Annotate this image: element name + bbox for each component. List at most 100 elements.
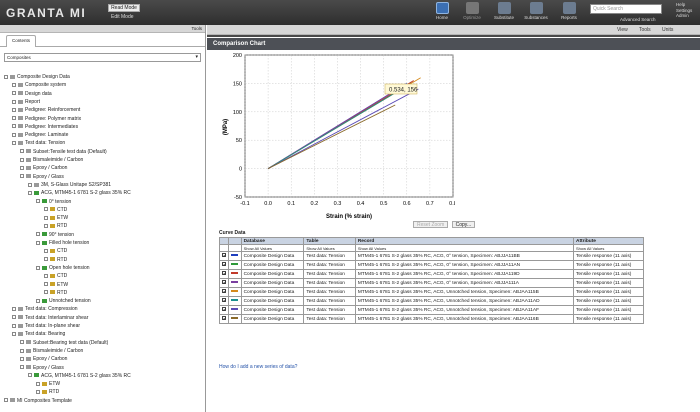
expand-toggle[interactable] — [28, 373, 32, 378]
tree-item[interactable]: Test data: In-plane shear — [12, 322, 80, 330]
expand-toggle[interactable] — [36, 265, 40, 270]
table-row[interactable]: ✔ Composite Design Data Test data: Tension… — [218, 314, 645, 324]
row-checkbox[interactable]: ✔ — [222, 307, 226, 312]
tree-item[interactable]: Filled hole tension — [36, 239, 89, 247]
read-mode-button[interactable]: Read Mode — [108, 4, 140, 12]
expand-toggle[interactable] — [12, 331, 16, 336]
quick-search-input[interactable]: Quick Search — [590, 4, 662, 14]
tree-item[interactable]: 90° tension — [36, 231, 74, 239]
table-row[interactable]: ✔ Composite Design Data Test data: Tension… — [218, 305, 645, 315]
tree-item[interactable]: Pedigree: Reinforcement — [12, 106, 80, 114]
tree-item[interactable]: ETW — [36, 380, 60, 388]
tree-item[interactable]: Test data: Interlaminar shear — [12, 314, 88, 322]
table-row[interactable]: ✔ Composite Design Data Test data: Tension… — [218, 260, 645, 270]
expand-toggle[interactable] — [4, 74, 8, 79]
record-cell[interactable]: MTM45-1 6781 S-2 glass 35% RC, ACG, Unno… — [354, 305, 574, 315]
admin-link[interactable]: Admin — [676, 13, 692, 19]
checkbox-cell[interactable]: ✔ — [218, 278, 230, 288]
tree-item[interactable]: Pedigree: Polymer matrix — [12, 115, 81, 123]
tree-item[interactable]: Composite system — [12, 81, 66, 89]
expand-toggle[interactable] — [28, 190, 32, 195]
tree-item[interactable]: Test data: Bearing — [12, 330, 65, 338]
expand-toggle[interactable] — [44, 215, 48, 220]
record-cell[interactable]: MTM45-1 6781 S-2 glass 35% RC, ACG, Unno… — [354, 296, 574, 306]
expand-toggle[interactable] — [44, 257, 48, 262]
checkbox-cell[interactable]: ✔ — [218, 269, 230, 279]
expand-toggle[interactable] — [20, 157, 24, 162]
tools-menu-link[interactable]: Tools — [639, 26, 651, 34]
database-filter[interactable]: Show All Values — [240, 244, 305, 252]
table-row[interactable]: ✔ Composite Design Data Test data: Tension… — [218, 269, 645, 279]
expand-toggle[interactable] — [20, 149, 24, 154]
tree-item[interactable]: Epoxy / Glass — [20, 364, 64, 372]
tree-item[interactable]: Subset:Bearing test data (Default) — [20, 339, 108, 347]
checkbox-cell[interactable]: ✔ — [218, 314, 230, 324]
expand-toggle[interactable] — [36, 232, 40, 237]
expand-toggle[interactable] — [12, 124, 16, 129]
expand-toggle[interactable] — [20, 165, 24, 170]
row-checkbox[interactable]: ✔ — [222, 271, 226, 276]
tree-item[interactable]: ACG, MTM45-1 6781 S-2 glass 35% RC — [28, 189, 131, 197]
column-table[interactable]: Table — [303, 237, 356, 245]
optimize-button[interactable]: Optimize — [458, 2, 486, 24]
tree-item[interactable]: 0° tension — [36, 198, 71, 206]
expand-toggle[interactable] — [12, 116, 16, 121]
tree-item[interactable]: RTD — [44, 256, 67, 264]
expand-toggle[interactable] — [12, 91, 16, 96]
units-link[interactable]: Units — [662, 26, 673, 34]
tree-item[interactable]: 3M, S-Glass Unitape S2/SP381 — [28, 181, 111, 189]
copy-button[interactable]: Copy... — [451, 221, 476, 228]
row-checkbox[interactable]: ✔ — [222, 253, 226, 258]
expand-toggle[interactable] — [36, 298, 40, 303]
reset-zoom-button[interactable]: Reset Zoom — [413, 221, 449, 228]
tree-item[interactable]: CTD — [44, 206, 67, 214]
reports-button[interactable]: Reports — [555, 2, 583, 24]
expand-toggle[interactable] — [20, 348, 24, 353]
tree-item[interactable]: CTD — [44, 247, 67, 255]
table-row[interactable]: ✔ Composite Design Data Test data: Tension… — [218, 296, 645, 306]
tree-item[interactable]: Unnotched tension — [36, 297, 91, 305]
database-select[interactable]: Composites — [4, 53, 201, 62]
home-button[interactable]: Home — [428, 2, 456, 24]
tree-item[interactable]: Report — [12, 98, 40, 106]
row-checkbox[interactable]: ✔ — [222, 280, 226, 285]
expand-toggle[interactable] — [12, 99, 16, 104]
record-cell[interactable]: MTM45-1 6781 S-2 glass 35% RC, ACG, 0° t… — [354, 278, 574, 288]
checkbox-cell[interactable]: ✔ — [218, 251, 230, 261]
expand-toggle[interactable] — [44, 224, 48, 229]
expand-toggle[interactable] — [12, 141, 16, 146]
column-database[interactable]: Database — [240, 237, 305, 245]
expand-toggle[interactable] — [36, 381, 40, 386]
expand-toggle[interactable] — [4, 398, 8, 403]
row-checkbox[interactable]: ✔ — [222, 316, 226, 321]
record-cell[interactable]: MTM45-1 6781 S-2 glass 35% RC, ACG, 0° t… — [354, 251, 574, 261]
tree-item[interactable]: Test data: Compression — [12, 305, 78, 313]
row-checkbox[interactable]: ✔ — [222, 298, 226, 303]
tree-item[interactable]: Bismaleimide / Carbon — [20, 347, 83, 355]
tree-item[interactable]: Pedigree: Intermediates — [12, 123, 78, 131]
view-link[interactable]: View — [617, 26, 628, 34]
tree-item[interactable]: Composite Design Data — [4, 73, 70, 81]
add-series-help-link[interactable]: How do I add a new series of data? — [219, 364, 297, 370]
expand-toggle[interactable] — [36, 390, 40, 395]
column-record[interactable]: Record — [354, 237, 574, 245]
table-row[interactable]: ✔ Composite Design Data Test data: Tension… — [218, 287, 645, 297]
expand-toggle[interactable] — [12, 82, 16, 87]
expand-toggle[interactable] — [20, 340, 24, 345]
advanced-search-link[interactable]: Advanced Search — [620, 17, 656, 22]
tree-item[interactable]: Subset:Tensile test data (Default) — [20, 148, 107, 156]
expand-toggle[interactable] — [44, 273, 48, 278]
expand-toggle[interactable] — [12, 315, 16, 320]
tree-item[interactable]: RTD — [44, 222, 67, 230]
tab-contents[interactable]: Contents — [6, 35, 36, 47]
tree-item[interactable]: MI Composites Template — [4, 397, 72, 405]
checkbox-cell[interactable]: ✔ — [218, 305, 230, 315]
record-cell[interactable]: MTM45-1 6781 S-2 glass 35% RC, ACG, Unno… — [354, 314, 574, 324]
tree-item[interactable]: Epoxy / Carbon — [20, 164, 67, 172]
record-cell[interactable]: MTM45-1 6781 S-2 glass 35% RC, ACG, 0° t… — [354, 269, 574, 279]
table-row[interactable]: ✔ Composite Design Data Test data: Tension… — [218, 251, 645, 261]
tree-item[interactable]: Epoxy / Carbon — [20, 355, 67, 363]
attribute-filter[interactable]: Show All Values — [572, 244, 645, 252]
table-row[interactable]: ✔ Composite Design Data Test data: Tension… — [218, 278, 645, 288]
row-checkbox[interactable]: ✔ — [222, 262, 226, 267]
